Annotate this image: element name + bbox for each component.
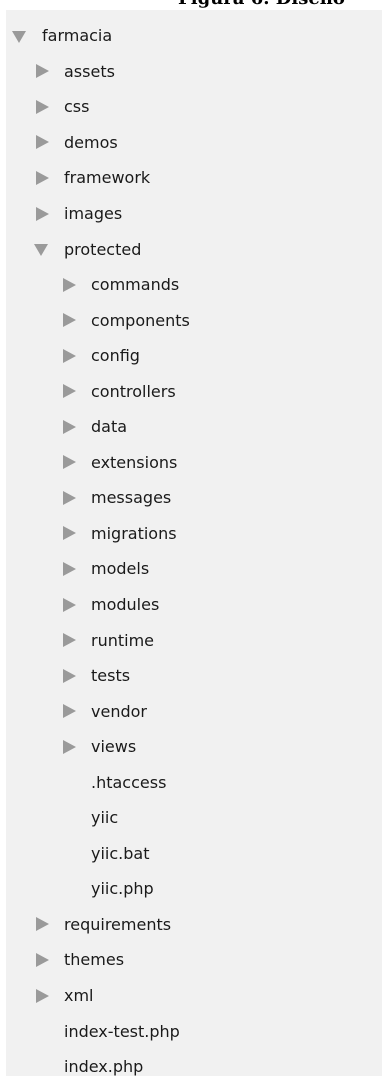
tree-folder-extensions[interactable]: extensions [6, 445, 190, 481]
triangle-right-icon[interactable] [34, 206, 54, 222]
file-label: .htaccess [91, 772, 167, 792]
file-tree-panel: farmacia assets css demos framework imag… [6, 10, 382, 1076]
file-tree: farmacia assets css demos framework imag… [6, 18, 190, 1084]
folder-label: assets [64, 61, 115, 81]
folder-label: demos [64, 132, 118, 152]
triangle-right-icon[interactable] [34, 63, 54, 79]
folder-label: config [91, 346, 140, 366]
folder-label: tests [91, 666, 131, 686]
tree-folder-framework[interactable]: framework [6, 160, 190, 196]
tree-folder-modules[interactable]: modules [6, 587, 190, 623]
folder-label: vendor [91, 701, 147, 721]
tree-folder-requirements[interactable]: requirements [6, 907, 190, 943]
folder-label: runtime [91, 630, 155, 650]
folder-label: messages [91, 488, 172, 508]
tree-file-index[interactable]: index.php [6, 1049, 190, 1084]
triangle-right-icon[interactable] [61, 561, 81, 577]
triangle-right-icon[interactable] [61, 597, 81, 613]
triangle-right-icon[interactable] [61, 703, 81, 719]
tree-file-index-test[interactable]: index-test.php [6, 1013, 190, 1049]
triangle-right-icon[interactable] [61, 312, 81, 328]
folder-label: protected [64, 239, 142, 259]
folder-label: modules [91, 595, 160, 615]
triangle-down-icon[interactable] [12, 28, 32, 44]
tree-folder-runtime[interactable]: runtime [6, 622, 190, 658]
tree-folder-images[interactable]: images [6, 196, 190, 232]
file-label: index.php [64, 1057, 144, 1077]
tree-folder-messages[interactable]: messages [6, 480, 190, 516]
folder-label: framework [64, 168, 151, 188]
folder-label: requirements [64, 914, 172, 934]
folder-label: farmacia [42, 26, 113, 46]
folder-label: views [91, 737, 137, 757]
tree-folder-migrations[interactable]: migrations [6, 516, 190, 552]
tree-folder-views[interactable]: views [6, 729, 190, 765]
folder-label: data [91, 417, 128, 437]
tree-folder-components[interactable]: components [6, 302, 190, 338]
folder-label: commands [91, 275, 180, 295]
tree-file-htaccess[interactable]: .htaccess [6, 764, 190, 800]
tree-folder-models[interactable]: models [6, 551, 190, 587]
tree-folder-tests[interactable]: tests [6, 658, 190, 694]
triangle-right-icon[interactable] [61, 277, 81, 293]
triangle-right-icon[interactable] [34, 99, 54, 115]
tree-folder-controllers[interactable]: controllers [6, 373, 190, 409]
triangle-right-icon[interactable] [34, 170, 54, 186]
triangle-down-icon[interactable] [34, 241, 54, 257]
tree-folder-css[interactable]: css [6, 89, 190, 125]
tree-file-yiic[interactable]: yiic [6, 800, 190, 836]
triangle-right-icon[interactable] [61, 419, 81, 435]
triangle-right-icon[interactable] [61, 490, 81, 506]
file-label: index-test.php [64, 1021, 180, 1041]
figure-caption: Figura 6. Diseño [178, 0, 345, 10]
tree-folder-commands[interactable]: commands [6, 267, 190, 303]
folder-label: extensions [91, 452, 178, 472]
triangle-right-icon[interactable] [61, 668, 81, 684]
triangle-right-icon[interactable] [34, 988, 54, 1004]
folder-label: xml [64, 986, 94, 1006]
triangle-right-icon[interactable] [61, 454, 81, 470]
triangle-right-icon[interactable] [61, 348, 81, 364]
folder-label: controllers [91, 381, 176, 401]
tree-folder-config[interactable]: config [6, 338, 190, 374]
triangle-right-icon[interactable] [61, 383, 81, 399]
tree-folder-assets[interactable]: assets [6, 54, 190, 90]
triangle-right-icon[interactable] [34, 134, 54, 150]
file-label: yiic.php [91, 879, 154, 899]
tree-folder-themes[interactable]: themes [6, 942, 190, 978]
triangle-right-icon[interactable] [61, 525, 81, 541]
folder-label: themes [64, 950, 125, 970]
triangle-right-icon[interactable] [61, 632, 81, 648]
file-label: yiic [91, 808, 119, 828]
folder-label: images [64, 204, 123, 223]
tree-file-yiic-bat[interactable]: yiic.bat [6, 836, 190, 872]
tree-file-yiic-php[interactable]: yiic.php [6, 871, 190, 907]
triangle-right-icon[interactable] [34, 952, 54, 968]
tree-folder-xml[interactable]: xml [6, 978, 190, 1014]
tree-folder-farmacia[interactable]: farmacia [6, 18, 190, 54]
folder-label: migrations [91, 523, 177, 543]
tree-folder-vendor[interactable]: vendor [6, 693, 190, 729]
folder-label: models [91, 559, 150, 579]
tree-folder-demos[interactable]: demos [6, 125, 190, 161]
triangle-right-icon[interactable] [34, 916, 54, 932]
tree-folder-data[interactable]: data [6, 409, 190, 445]
folder-label: css [64, 97, 90, 117]
triangle-right-icon[interactable] [61, 739, 81, 755]
tree-folder-protected[interactable]: protected [6, 231, 190, 267]
folder-label: components [91, 310, 190, 330]
file-label: yiic.bat [91, 843, 150, 863]
